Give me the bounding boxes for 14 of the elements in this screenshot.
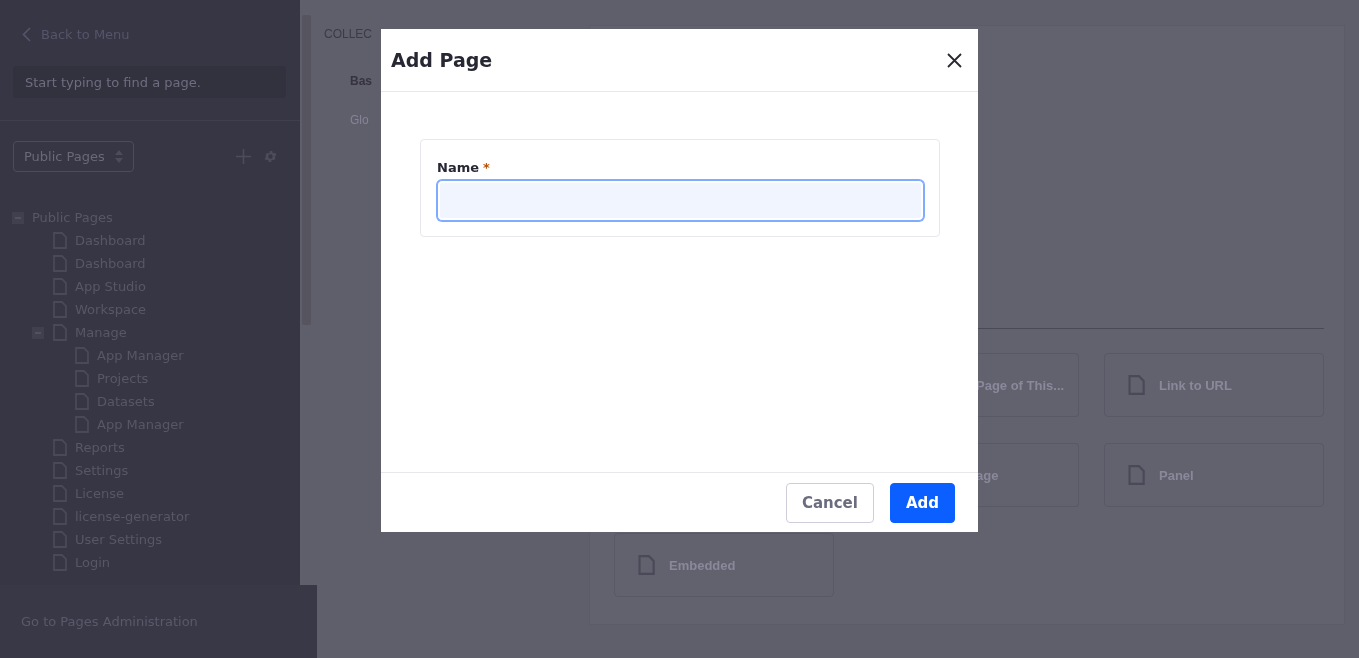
chevron-left-icon (22, 27, 31, 42)
field-label: Name * (437, 160, 491, 175)
page-icon (1127, 375, 1145, 395)
search-field[interactable]: Start typing to find a page. (13, 66, 286, 98)
dialog-title: Add Page (391, 49, 493, 71)
collapse-icon[interactable] (12, 211, 24, 224)
add-button[interactable]: Add (889, 482, 955, 523)
page-icon (637, 555, 655, 575)
name-input-field[interactable] (437, 180, 924, 221)
cancel-button[interactable]: Cancel (785, 482, 874, 523)
collapse-icon[interactable] (32, 326, 44, 339)
page-icon (1127, 465, 1145, 485)
required-mark: * (483, 160, 490, 175)
close-icon (947, 52, 962, 68)
